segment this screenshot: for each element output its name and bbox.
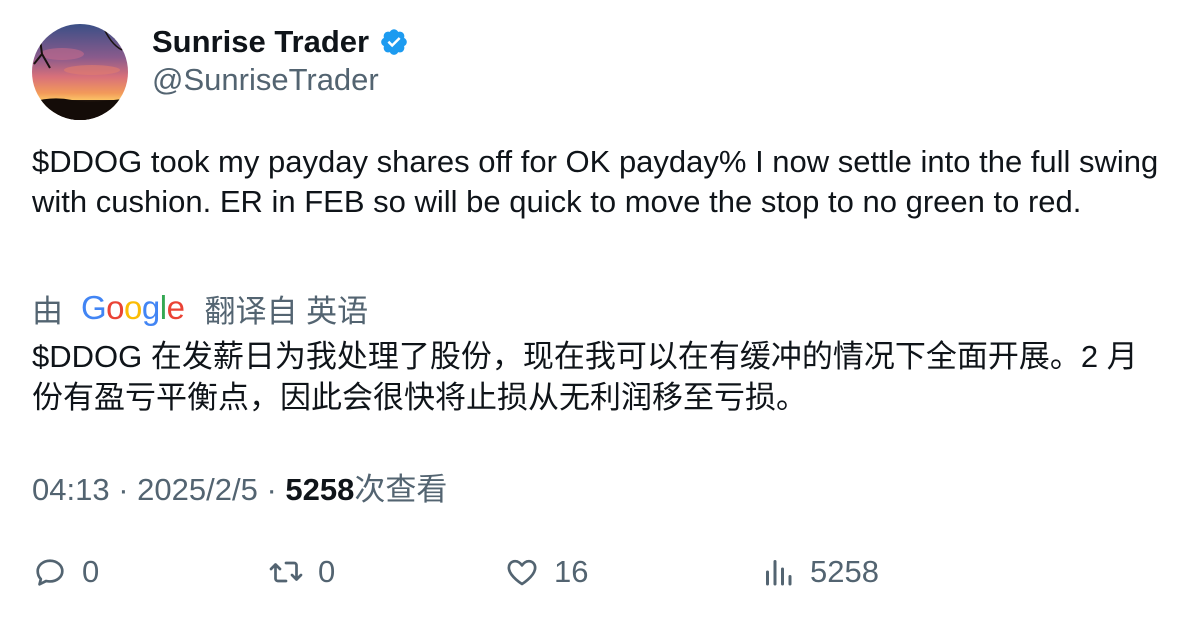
reply-button[interactable]: 0 [32, 548, 99, 596]
verified-badge-icon [379, 27, 409, 57]
google-logo[interactable]: G o o g l e [81, 289, 185, 327]
google-letter: o [106, 289, 125, 326]
google-letter: e [166, 289, 185, 326]
like-button[interactable]: 16 [504, 548, 588, 596]
retweet-count: 0 [318, 554, 336, 589]
retweet-button[interactable]: 0 [268, 548, 335, 596]
heart-icon [507, 559, 537, 586]
meta-separator: · [266, 472, 286, 507]
author-name-row[interactable]: Sunrise Trader [152, 22, 409, 62]
views-button[interactable]: 5258 [760, 548, 879, 596]
translation-suffix: 翻译自 英语 [204, 293, 369, 329]
translated-text: $DDOG 在发薪日为我处理了股份，现在我可以在有缓冲的情况下全面开展。2 月份… [32, 339, 1138, 415]
google-letter: G [81, 289, 107, 326]
meta-views-label: 次查看 [354, 472, 448, 507]
meta-separator: · [118, 472, 138, 507]
action-bar: 0 0 16 5258 [32, 548, 1162, 596]
google-letter: l [159, 289, 167, 326]
tweet-text: $DDOG took my payday shares off for OK p… [32, 144, 1159, 219]
translation-attribution: 由 G o o g l e 翻译自 英语 [32, 286, 368, 330]
reply-count: 0 [82, 554, 100, 589]
tweet-meta: 04:13 · 2025/2/5 · 5258次查看 [32, 464, 447, 509]
analytics-icon [766, 560, 792, 586]
display-name[interactable]: Sunrise Trader [152, 24, 369, 60]
like-count: 16 [554, 554, 589, 589]
google-letter: o [124, 289, 142, 326]
retweet-icon [269, 561, 303, 583]
tweet-date[interactable]: 2025/2/5 [137, 472, 258, 507]
tweet-time[interactable]: 04:13 [32, 472, 110, 507]
reply-icon [36, 559, 64, 586]
avatar[interactable] [32, 24, 128, 120]
author-handle[interactable]: @SunriseTrader [152, 62, 379, 98]
google-letter: g [141, 289, 160, 326]
avatar-sunset-image [32, 24, 128, 120]
translation-prefix: 由 [32, 293, 63, 329]
views-count: 5258 [810, 554, 879, 589]
meta-views-count: 5258 [285, 472, 355, 507]
